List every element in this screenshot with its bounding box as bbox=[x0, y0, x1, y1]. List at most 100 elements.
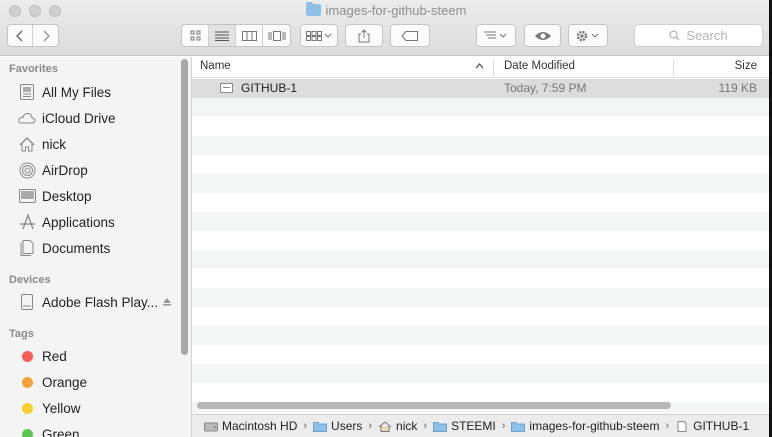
tag-icon bbox=[401, 30, 418, 41]
sidebar-item-label: Yellow bbox=[42, 400, 81, 416]
sidebar-item-airdrop[interactable]: AirDrop bbox=[18, 160, 178, 180]
share-button[interactable] bbox=[345, 24, 383, 47]
favorites-header: Favorites bbox=[9, 63, 58, 75]
empty-row bbox=[192, 117, 772, 136]
search-placeholder: Search bbox=[686, 28, 728, 43]
all-files-icon bbox=[18, 83, 36, 101]
list-options-icon bbox=[484, 31, 507, 38]
applications-icon bbox=[18, 213, 36, 231]
file-date-modified: Today, 7:59 PM bbox=[504, 81, 587, 95]
title-bar: images-for-github-steem Search bbox=[0, 0, 772, 56]
orange-tag-dot-icon bbox=[21, 376, 33, 388]
view-mode-switcher bbox=[181, 24, 291, 47]
empty-row bbox=[192, 174, 772, 193]
home-icon bbox=[18, 135, 36, 153]
eye-icon bbox=[534, 31, 551, 40]
path-separator-icon: › bbox=[501, 420, 506, 432]
path-crumb-macintosh-hd[interactable]: Macintosh HD bbox=[204, 419, 297, 433]
icon-view-button[interactable] bbox=[182, 25, 209, 46]
folder-icon bbox=[305, 2, 321, 16]
sidebar-item-label: Orange bbox=[42, 374, 88, 390]
sidebar-item-documents[interactable]: Documents bbox=[18, 238, 178, 258]
table-row[interactable]: GITHUB-1 Today, 7:59 PM 119 KB bbox=[192, 79, 772, 98]
empty-row bbox=[192, 231, 772, 250]
forward-button[interactable] bbox=[33, 25, 58, 46]
sidebar-item-label: Applications bbox=[42, 214, 115, 230]
path-crumb-images-for-github-steem[interactable]: images-for-github-steem bbox=[511, 419, 659, 433]
sidebar-item-label: AirDrop bbox=[42, 162, 88, 178]
sidebar-item-label: iCloud Drive bbox=[42, 110, 116, 126]
column-headers: Name Date Modified Size bbox=[192, 57, 772, 78]
cover-flow-button[interactable] bbox=[263, 25, 290, 46]
empty-row bbox=[192, 383, 772, 402]
green-tag-dot-icon bbox=[21, 428, 33, 437]
path-separator-icon: › bbox=[665, 420, 670, 432]
chevron-left-icon bbox=[16, 29, 23, 42]
share-icon bbox=[358, 28, 370, 42]
column-view-icon bbox=[241, 30, 257, 41]
column-header-size[interactable]: Size bbox=[735, 60, 757, 72]
file-name: GITHUB-1 bbox=[241, 81, 298, 95]
window-title-text: images-for-github-steem bbox=[325, 3, 467, 18]
home-icon bbox=[378, 420, 392, 432]
column-view-button[interactable] bbox=[236, 25, 263, 46]
empty-row bbox=[192, 326, 772, 345]
disk-icon bbox=[18, 293, 36, 311]
path-separator-icon: › bbox=[368, 420, 373, 432]
sidebar-item-adobe-flash-player[interactable]: Adobe Flash Play... bbox=[18, 292, 178, 312]
empty-row bbox=[192, 250, 772, 269]
column-header-date-modified[interactable]: Date Modified bbox=[504, 60, 575, 72]
sidebar-item-nick[interactable]: nick bbox=[18, 134, 178, 154]
sidebar-tag-yellow[interactable]: Yellow bbox=[18, 398, 178, 418]
search-field[interactable]: Search bbox=[634, 24, 763, 47]
path-crumb-label: Macintosh HD bbox=[222, 419, 298, 433]
folder-icon bbox=[511, 421, 526, 432]
documents-icon bbox=[18, 239, 36, 257]
empty-row bbox=[192, 98, 772, 117]
group-by-button[interactable] bbox=[476, 24, 516, 47]
file-rows: GITHUB-1 Today, 7:59 PM 119 KB bbox=[192, 79, 772, 413]
horizontal-scrollbar[interactable] bbox=[197, 402, 671, 409]
path-crumb-label: nick bbox=[396, 419, 418, 433]
path-crumb-steemi[interactable]: STEEMI bbox=[433, 419, 496, 433]
sidebar-item-desktop[interactable]: Desktop bbox=[18, 186, 178, 206]
search-icon bbox=[669, 30, 680, 41]
sidebar-item-all-my-files[interactable]: All My Files bbox=[18, 82, 178, 102]
folder-icon bbox=[313, 421, 328, 432]
sidebar-item-label: nick bbox=[42, 136, 67, 152]
column-header-name[interactable]: Name bbox=[200, 60, 231, 72]
hard-drive-icon bbox=[204, 422, 218, 431]
sidebar-item-label: Documents bbox=[42, 240, 111, 256]
file-icon bbox=[677, 420, 687, 432]
list-view-button[interactable] bbox=[209, 25, 236, 46]
edit-tags-button[interactable] bbox=[390, 24, 430, 47]
column-divider[interactable] bbox=[493, 60, 494, 76]
window-title: images-for-github-steem bbox=[0, 2, 772, 18]
sidebar-item-label: Adobe Flash Play... bbox=[42, 294, 159, 310]
arrange-button[interactable] bbox=[300, 24, 338, 47]
cloud-icon bbox=[18, 109, 36, 127]
action-button[interactable] bbox=[568, 24, 608, 47]
sidebar-tag-red[interactable]: Red bbox=[18, 346, 178, 366]
sidebar-tag-orange[interactable]: Orange bbox=[18, 372, 178, 392]
empty-row bbox=[192, 155, 772, 174]
back-button[interactable] bbox=[8, 25, 34, 46]
path-crumb-users[interactable]: Users bbox=[313, 419, 362, 433]
sidebar-item-icloud-drive[interactable]: iCloud Drive bbox=[18, 108, 178, 128]
path-bar: Macintosh HD › Users › nick › STEEMI › i… bbox=[192, 414, 772, 437]
empty-row bbox=[192, 345, 772, 364]
back-forward-buttons bbox=[7, 24, 59, 47]
sidebar-scrollbar[interactable] bbox=[181, 59, 188, 355]
quick-look-button[interactable] bbox=[524, 24, 561, 47]
sidebar-tag-green[interactable]: Green bbox=[18, 424, 178, 437]
path-crumb-github-1[interactable]: GITHUB-1 bbox=[675, 419, 749, 433]
path-crumb-label: Users bbox=[331, 419, 363, 433]
eject-icon[interactable] bbox=[162, 297, 172, 306]
sidebar-item-applications[interactable]: Applications bbox=[18, 212, 178, 232]
chevron-right-icon bbox=[42, 29, 50, 42]
sidebar-item-label: Green bbox=[42, 426, 80, 437]
sidebar-item-label: All My Files bbox=[42, 84, 112, 100]
column-divider[interactable] bbox=[673, 60, 674, 76]
empty-row bbox=[192, 288, 772, 307]
path-crumb-nick[interactable]: nick bbox=[378, 419, 417, 433]
